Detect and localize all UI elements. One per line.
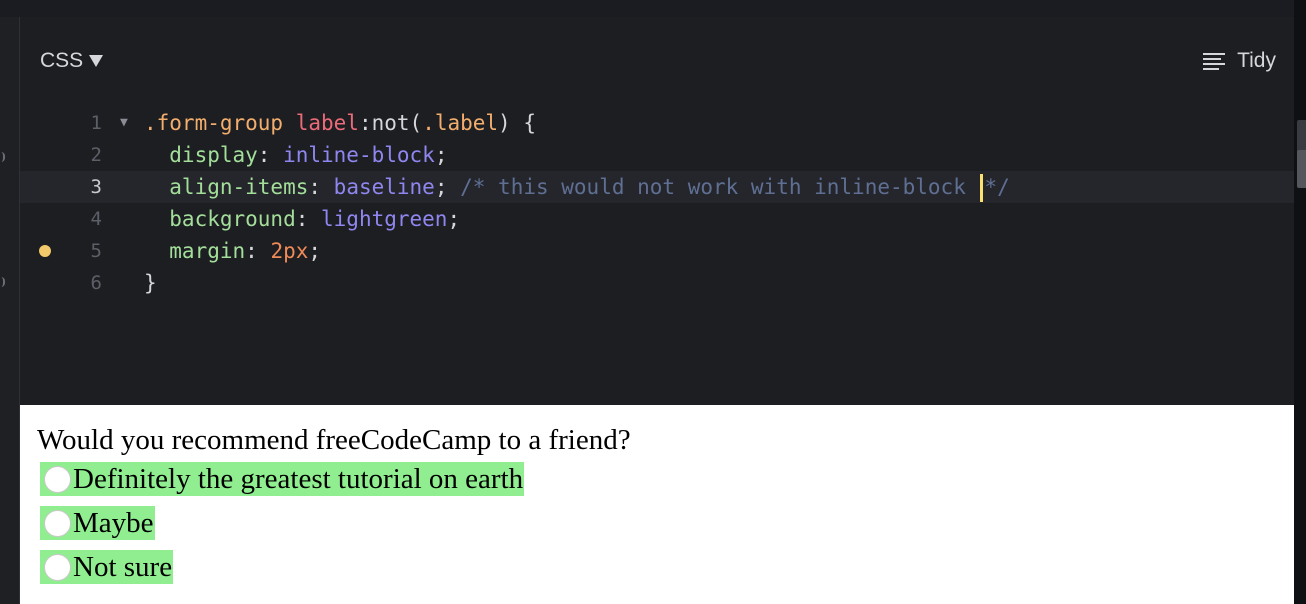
top-bar [0,0,1306,17]
code-token: .form-group [144,111,284,135]
code-token: : [257,143,284,167]
code-line[interactable]: 2 display: inline-block; [20,139,1294,171]
code-token: align-items [144,175,309,199]
panel-edge-fragment [0,277,5,287]
code-area[interactable]: 1 ▼ .form-group label:not(.label) {2 displ… [20,107,1294,299]
line-number: 5 [90,240,102,262]
option-row: Not sure [40,550,524,594]
code-line-content: align-items: baseline; /* this would not… [144,171,1010,203]
code-line[interactable]: 1 ▼ .form-group label:not(.label) { [20,107,1294,139]
code-token: */ [984,175,1010,199]
line-number: 1 [90,112,102,134]
code-line-content: display: inline-block; [144,139,447,171]
code-token: /* this would not work with inline-block [460,175,979,199]
code-token: ; [447,207,461,231]
code-token: : [295,207,322,231]
radio-button[interactable] [44,465,71,493]
radio-option-label[interactable]: Not sure [40,550,174,584]
option-row: Maybe [40,506,524,550]
code-line-content: .form-group label:not(.label) { [144,107,536,139]
code-line-content: } [144,267,157,299]
code-token: ; [434,175,461,199]
option-text: Not sure [73,551,173,583]
code-token: : [308,175,334,199]
left-panel-edge[interactable] [0,17,20,604]
line-number: 6 [90,272,102,294]
caret-down-icon [89,55,104,67]
code-token: :not [358,111,410,135]
css-editor-panel: CSS Tidy 1 ▼ .form-group label:not(.label)… [20,17,1294,405]
fold-arrow-icon[interactable]: ▼ [120,107,128,139]
code-token: ) { [498,111,536,135]
code-token: lightgreen [321,207,448,231]
language-label: CSS [40,49,84,72]
code-token: ; [308,239,322,263]
tidy-label: Tidy [1237,49,1276,72]
language-selector[interactable]: CSS [40,47,104,75]
tidy-button[interactable]: Tidy [1203,47,1276,75]
code-token: ; [434,143,448,167]
lines-icon [1203,52,1226,70]
code-line-content: background: lightgreen; [144,203,460,235]
adjacent-panel-fragment [1297,150,1306,188]
preview-pane: Would you recommend freeCodeCamp to a fr… [20,405,1294,604]
code-token: } [144,271,157,295]
question-text: Would you recommend freeCodeCamp to a fr… [37,424,631,456]
radio-option-label[interactable]: Definitely the greatest tutorial on eart… [40,462,525,496]
option-text: Definitely the greatest tutorial on eart… [73,463,524,495]
code-token: background [144,207,296,231]
text-cursor [979,174,983,202]
line-number: 4 [90,208,102,230]
code-line[interactable]: 3 align-items: baseline; /* this would n… [20,171,1294,203]
code-token: ( [409,111,423,135]
adjacent-panel-edge [1294,0,1306,604]
code-line-content: margin: 2px; [144,235,321,267]
code-token: 2px [270,239,309,263]
radio-button[interactable] [44,553,71,581]
option-row: Definitely the greatest tutorial on eart… [40,462,525,506]
option-text: Maybe [73,507,154,539]
code-token: label [295,111,359,135]
line-number: 2 [90,144,102,166]
line-number: 3 [90,176,102,198]
code-line[interactable]: 6} [20,267,1294,299]
panel-edge-fragment [0,152,5,162]
code-token: baseline [333,175,435,199]
modified-line-marker-icon [39,245,51,257]
code-token: : [245,239,271,263]
code-token: inline-block [283,143,435,167]
radio-option-label[interactable]: Maybe [40,506,155,540]
code-line[interactable]: 5 margin: 2px; [20,235,1294,267]
editor-header: CSS Tidy [20,17,1294,101]
code-token: display [144,143,258,167]
code-token: .label [422,111,499,135]
code-token: margin [144,239,246,263]
code-line[interactable]: 4 background: lightgreen; [20,203,1294,235]
radio-button[interactable] [44,509,71,537]
options-list: Definitely the greatest tutorial on eart… [40,462,525,594]
